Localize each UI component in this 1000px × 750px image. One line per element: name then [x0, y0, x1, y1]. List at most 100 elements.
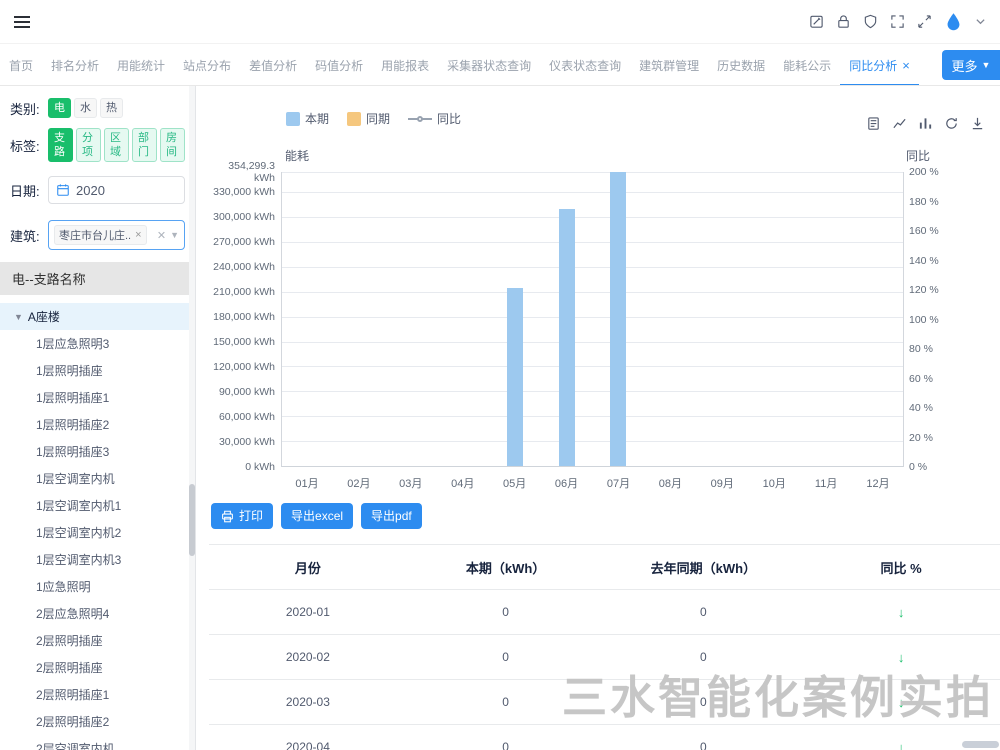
tab-同比分析[interactable]: 同比分析× — [840, 44, 919, 85]
tag-option-房间[interactable]: 房间 — [160, 128, 185, 162]
tree-item-2层应急照明4[interactable]: 2层应急照明4 — [0, 600, 195, 627]
y-axis-left-tick: 240,000 kWh — [209, 261, 275, 273]
report-icon[interactable] — [866, 116, 881, 131]
table-row: 2020-0300↓ — [209, 680, 1000, 725]
tab-label: 用能统计 — [117, 57, 165, 74]
table-row: 2020-0200↓ — [209, 635, 1000, 680]
tab-码值分析[interactable]: 码值分析 — [306, 44, 372, 85]
tab-采集器状态查询[interactable]: 采集器状态查询 — [438, 44, 540, 85]
legend-item-本期[interactable]: 本期 — [286, 110, 329, 127]
category-option-水[interactable]: 水 — [74, 98, 97, 118]
export-excel-button[interactable]: 导出excel — [281, 503, 353, 529]
sidebar-scrollbar-thumb[interactable] — [189, 484, 195, 556]
tree-item-1应急照明[interactable]: 1应急照明 — [0, 573, 195, 600]
tab-仪表状态查询[interactable]: 仪表状态查询 — [540, 44, 630, 85]
category-option-热[interactable]: 热 — [100, 98, 123, 118]
horizontal-scrollbar-thumb[interactable] — [962, 741, 999, 748]
x-axis-tick-10月: 10月 — [763, 475, 786, 491]
date-input[interactable]: 2020 — [48, 176, 185, 204]
category-option-电[interactable]: 电 — [48, 98, 71, 118]
legend-item-同比[interactable]: 同比 — [408, 110, 461, 127]
refresh-icon[interactable] — [944, 116, 959, 131]
tab-站点分布[interactable]: 站点分布 — [174, 44, 240, 85]
tag-close-icon[interactable]: × — [135, 229, 141, 241]
tag-option-支路[interactable]: 支路 — [48, 128, 73, 162]
cell-current: 0 — [407, 635, 605, 680]
expand-icon[interactable] — [917, 14, 932, 29]
tree-item-1层照明插座2[interactable]: 1层照明插座2 — [0, 411, 195, 438]
tree-item-1层空调室内机2[interactable]: 1层空调室内机2 — [0, 519, 195, 546]
bar-chart-icon[interactable] — [918, 116, 933, 131]
chevron-down-icon[interactable] — [975, 16, 986, 27]
select-caret-icon[interactable]: ▼ — [170, 230, 179, 240]
tree-item-1层照明插座1[interactable]: 1层照明插座1 — [0, 384, 195, 411]
tree-item-2层照明插座1[interactable]: 2层照明插座1 — [0, 681, 195, 708]
tab-差值分析[interactable]: 差值分析 — [240, 44, 306, 85]
shield-icon[interactable] — [863, 14, 878, 29]
export-pdf-button[interactable]: 导出pdf — [361, 503, 422, 529]
tree-item-2层空调室内机[interactable]: 2层空调室内机 — [0, 735, 195, 750]
tree-item-1层空调室内机[interactable]: 1层空调室内机 — [0, 465, 195, 492]
branch-tree: ▼ A座楼 1层应急照明31层照明插座1层照明插座11层照明插座21层照明插座3… — [0, 303, 195, 750]
tree-item-1层照明插座[interactable]: 1层照明插座 — [0, 357, 195, 384]
tag-option-区域[interactable]: 区域 — [104, 128, 129, 162]
hamburger-menu-icon[interactable] — [14, 16, 30, 28]
bar-07月[interactable] — [610, 172, 626, 466]
tab-用能报表[interactable]: 用能报表 — [372, 44, 438, 85]
table-header-cell: 去年同期（kWh） — [605, 545, 803, 590]
tab-排名分析[interactable]: 排名分析 — [42, 44, 108, 85]
calendar-icon — [56, 183, 70, 197]
select-clear-icon[interactable]: ✕ — [157, 229, 166, 242]
x-axis-tick-11月: 11月 — [815, 475, 837, 491]
y-axis-left-tick: 90,000 kWh — [209, 386, 275, 398]
tab-label: 能耗公示 — [783, 57, 831, 74]
tree-children: 1层应急照明31层照明插座1层照明插座11层照明插座21层照明插座31层空调室内… — [0, 330, 195, 750]
caret-down-icon: ▼ — [14, 312, 23, 322]
bar-05月[interactable] — [507, 288, 523, 466]
y-axis-left-labels: 354,299.3 kWh330,000 kWh300,000 kWh270,0… — [209, 172, 275, 467]
tag-option-分项[interactable]: 分项 — [76, 128, 101, 162]
tab-历史数据[interactable]: 历史数据 — [708, 44, 774, 85]
y-axis-left-tick: 300,000 kWh — [209, 211, 275, 223]
cell-last-year: 0 — [605, 725, 803, 750]
date-filter-row: 日期: 2020 — [10, 176, 185, 204]
tab-用能统计[interactable]: 用能统计 — [108, 44, 174, 85]
print-button[interactable]: 打印 — [211, 503, 273, 529]
tag-options: 支路分项区域部门房间 — [48, 128, 185, 162]
tab-close-icon[interactable]: × — [902, 59, 910, 72]
sidebar: 类别: 电水热 标签: 支路分项区域部门房间 日期: 2020 建筑: 枣庄市台… — [0, 86, 196, 750]
tab-建筑群管理[interactable]: 建筑群管理 — [630, 44, 708, 85]
line-chart-icon[interactable] — [892, 116, 907, 131]
tree-item-2层照明插座2[interactable]: 2层照明插座2 — [0, 708, 195, 735]
gridline — [282, 366, 903, 367]
tree-root-a-building[interactable]: ▼ A座楼 — [0, 303, 195, 330]
date-label: 日期: — [10, 181, 48, 200]
tag-option-部门[interactable]: 部门 — [132, 128, 157, 162]
tree-item-2层照明插座[interactable]: 2层照明插座 — [0, 654, 195, 681]
download-icon[interactable] — [970, 116, 985, 131]
building-select[interactable]: 枣庄市台儿庄.. × ✕ ▼ — [48, 220, 185, 250]
more-button[interactable]: 更多 ▼ — [942, 50, 1000, 80]
gridline — [282, 416, 903, 417]
gridline — [282, 317, 903, 318]
tab-能耗公示[interactable]: 能耗公示 — [774, 44, 840, 85]
tag-filter-row: 标签: 支路分项区域部门房间 — [10, 128, 185, 162]
tree-item-1层空调室内机1[interactable]: 1层空调室内机1 — [0, 492, 195, 519]
legend-item-同期[interactable]: 同期 — [347, 110, 390, 127]
y-axis-left-tick: 210,000 kWh — [209, 286, 275, 298]
tab-首页[interactable]: 首页 — [0, 44, 42, 85]
tree-item-1层照明插座3[interactable]: 1层照明插座3 — [0, 438, 195, 465]
x-axis-tick-09月: 09月 — [711, 475, 734, 491]
table-header-cell: 月份 — [209, 545, 407, 590]
edit-icon[interactable] — [809, 14, 824, 29]
x-axis-tick-04月: 04月 — [451, 475, 474, 491]
lock-icon[interactable] — [836, 14, 851, 29]
tree-item-2层照明插座[interactable]: 2层照明插座 — [0, 627, 195, 654]
fullscreen-icon[interactable] — [890, 14, 905, 29]
y-axis-left-tick: 0 kWh — [209, 461, 275, 473]
bar-06月[interactable] — [559, 209, 575, 466]
tree-item-1层应急照明3[interactable]: 1层应急照明3 — [0, 330, 195, 357]
water-drop-logo[interactable] — [944, 12, 963, 31]
gridline — [282, 391, 903, 392]
tree-item-1层空调室内机3[interactable]: 1层空调室内机3 — [0, 546, 195, 573]
